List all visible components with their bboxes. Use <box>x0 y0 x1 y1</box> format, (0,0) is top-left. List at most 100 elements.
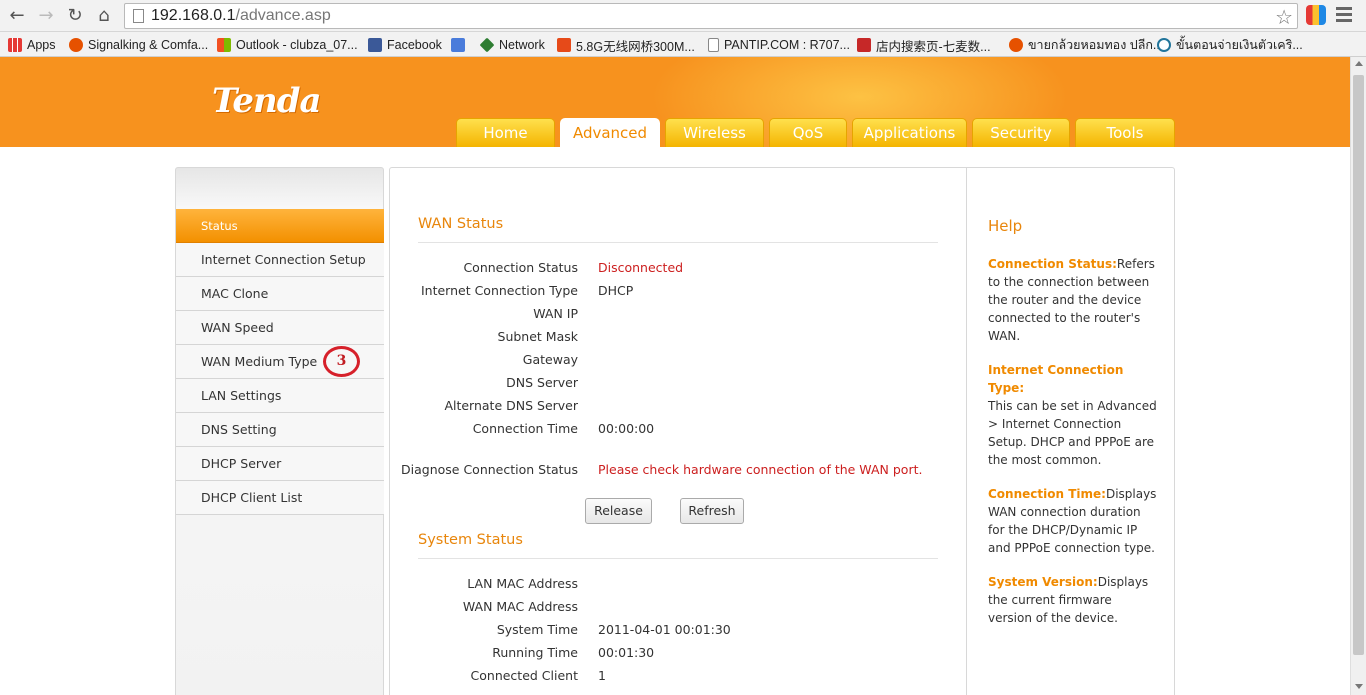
sidebar-item-internet-connection-setup[interactable]: Internet Connection Setup <box>176 243 384 277</box>
wan-status-title: WAN Status <box>418 216 504 232</box>
bookmark-label: Apps <box>27 38 56 52</box>
bookmark-google[interactable] <box>451 36 470 54</box>
connection-status-label: Connection Status <box>463 260 578 275</box>
diagnose-message: Please check hardware connection of the … <box>598 462 923 477</box>
connection-time-value: 00:00:00 <box>598 421 655 436</box>
sidebar-menu: Status Internet Connection Setup MAC Clo… <box>175 167 384 695</box>
bookmark-star-icon[interactable]: ☆ <box>1275 5 1293 29</box>
release-button[interactable]: Release <box>585 498 652 524</box>
tab-tools[interactable]: Tools <box>1075 118 1175 147</box>
annotation-circle-3: 3 <box>323 346 360 377</box>
bookmark-5g-bridge[interactable]: 5.8G无线网桥300M... <box>557 36 695 54</box>
connection-type-value: DHCP <box>598 283 634 298</box>
bookmark-label: ขั้นตอนจ่ายเงินตัวเคริ... <box>1176 38 1303 52</box>
bookmark-facebook[interactable]: Facebook <box>368 36 442 54</box>
running-time-value: 00:01:30 <box>598 645 655 660</box>
sidebar-item-lan-settings[interactable]: LAN Settings <box>176 379 384 413</box>
running-time-label: Running Time <box>492 645 578 660</box>
site-favicon-icon <box>69 38 83 52</box>
help-key: System Version: <box>988 575 1098 589</box>
url-path: /advance.asp <box>235 7 331 24</box>
page-icon <box>708 38 719 52</box>
bookmark-label: Outlook - clubza_07... <box>236 38 358 52</box>
t-logo-icon <box>857 38 871 52</box>
scroll-up-arrow-icon[interactable] <box>1355 61 1363 66</box>
tab-qos[interactable]: QoS <box>769 118 847 147</box>
apps-grid-icon <box>8 38 22 52</box>
bookmark-apps[interactable]: Apps <box>8 36 56 54</box>
bookmark-label: Signalking & Comfa... <box>88 38 209 52</box>
sidebar-item-status[interactable]: Status <box>176 209 384 243</box>
connection-status-value: Disconnected <box>598 260 684 275</box>
help-connection-time: Connection Time:Displays WAN connection … <box>988 485 1158 557</box>
tab-home[interactable]: Home <box>456 118 555 147</box>
reload-icon[interactable]: ↻ <box>64 5 86 27</box>
bookmark-label: 店内搜索页-七麦数... <box>876 39 991 54</box>
scrollbar-thumb[interactable] <box>1353 75 1364 655</box>
address-bar[interactable]: 192.168.0.1/advance.asp ☆ <box>124 3 1298 29</box>
site-favicon-icon <box>1009 38 1023 52</box>
sidebar-item-dhcp-client-list[interactable]: DHCP Client List <box>176 481 384 515</box>
diagnose-label: Diagnose Connection Status <box>401 462 578 477</box>
tab-advanced[interactable]: Advanced <box>560 118 660 147</box>
bookmarks-bar: Apps Signalking & Comfa... Outlook - clu… <box>0 32 1366 57</box>
bookmark-store-search[interactable]: 店内搜索页-七麦数... <box>857 36 991 54</box>
system-time-label: System Time <box>496 622 578 637</box>
help-divider <box>966 168 967 695</box>
tab-security[interactable]: Security <box>972 118 1070 147</box>
bookmark-label: 5.8G无线网桥300M... <box>576 39 695 54</box>
bookmark-signalking[interactable]: Signalking & Comfa... <box>69 36 208 54</box>
forward-arrow-icon[interactable]: → <box>35 5 57 27</box>
tab-applications[interactable]: Applications <box>852 118 967 147</box>
bookmark-label: Network <box>499 38 545 52</box>
help-key: Connection Status: <box>988 257 1117 271</box>
browser-menu-icon[interactable] <box>1336 7 1352 23</box>
sidebar-item-dns-setting[interactable]: DNS Setting <box>176 413 384 447</box>
help-connection-type: Internet Connection Type: This can be se… <box>988 361 1158 469</box>
tenda-logo: Tenda <box>212 81 322 121</box>
alternate-dns-label: Alternate DNS Server <box>444 398 578 413</box>
connected-client-label: Connected Client <box>470 668 578 683</box>
dns-server-label: DNS Server <box>506 375 578 390</box>
section-divider <box>418 242 938 243</box>
page-icon <box>133 9 144 23</box>
bookmark-label: ขายกล้วยหอมทอง ปลีก... <box>1028 38 1164 52</box>
connection-time-label: Connection Time <box>472 421 578 436</box>
connection-type-label: Internet Connection Type <box>420 283 578 298</box>
wordpress-icon <box>1157 38 1171 52</box>
sidebar-item-wan-speed[interactable]: WAN Speed <box>176 311 384 345</box>
home-icon[interactable]: ⌂ <box>93 5 115 27</box>
url-text[interactable]: 192.168.0.1/advance.asp <box>151 7 331 25</box>
site-favicon-icon <box>557 38 571 52</box>
help-system-version: System Version:Displays the current firm… <box>988 573 1158 627</box>
help-key: Connection Time: <box>988 487 1106 501</box>
system-time-value: 2011-04-01 00:01:30 <box>598 622 731 637</box>
browser-toolbar: ← → ↻ ⌂ 192.168.0.1/advance.asp ☆ <box>0 0 1366 32</box>
system-status-title: System Status <box>418 532 523 548</box>
page-scrollbar[interactable] <box>1350 57 1366 695</box>
back-arrow-icon[interactable]: ← <box>6 5 28 27</box>
bookmark-outlook[interactable]: Outlook - clubza_07... <box>217 36 358 54</box>
bookmark-pantip[interactable]: PANTIP.COM : R707... <box>708 36 850 54</box>
help-key: Internet Connection Type: <box>988 363 1124 395</box>
subnet-mask-label: Subnet Mask <box>497 329 578 344</box>
wan-mac-label: WAN MAC Address <box>462 599 578 614</box>
sidebar-item-mac-clone[interactable]: MAC Clone <box>176 277 384 311</box>
bookmark-label: Facebook <box>387 38 442 52</box>
bookmark-network[interactable]: Network <box>479 36 545 54</box>
router-header: Tenda Home Advanced Wireless QoS Applica… <box>0 57 1350 147</box>
sidebar-item-dhcp-server[interactable]: DHCP Server <box>176 447 384 481</box>
bookmark-label: PANTIP.COM : R707... <box>724 38 850 52</box>
connected-client-value: 1 <box>598 668 606 683</box>
section-divider <box>418 558 938 559</box>
google-icon <box>451 38 465 52</box>
bookmark-thai-shop[interactable]: ขายกล้วยหอมทอง ปลีก... <box>1009 36 1163 54</box>
bookmark-wordpress[interactable]: ขั้นตอนจ่ายเงินตัวเคริ... <box>1157 36 1303 54</box>
tab-wireless[interactable]: Wireless <box>665 118 764 147</box>
lan-mac-label: LAN MAC Address <box>467 576 578 591</box>
network-diamond-icon <box>479 37 495 53</box>
windows-logo-icon <box>217 38 231 52</box>
refresh-button[interactable]: Refresh <box>680 498 744 524</box>
extension-icon[interactable] <box>1306 5 1326 25</box>
scroll-down-arrow-icon[interactable] <box>1355 684 1363 689</box>
